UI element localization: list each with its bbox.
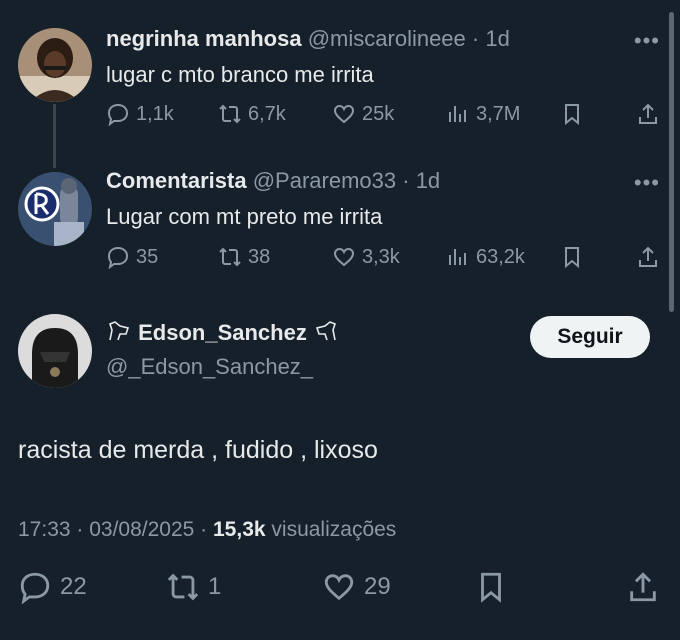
bookmark-button[interactable]: [560, 102, 584, 126]
like-button[interactable]: 3,3k: [332, 245, 400, 269]
reply-count: 35: [136, 245, 159, 268]
avatar[interactable]: [18, 172, 92, 246]
like-count: 25k: [362, 102, 395, 125]
share-button[interactable]: [636, 245, 660, 269]
views-icon: [449, 249, 466, 265]
tweet-meta: 17:33 · 03/08/2025 · 15,3k visualizações: [18, 518, 396, 542]
avatar[interactable]: [18, 314, 92, 388]
display-name[interactable]: negrinha manhosa: [106, 26, 302, 51]
retweet-count: 6,7k: [248, 102, 286, 125]
retweet-count: 38: [248, 245, 271, 268]
share-button[interactable]: [626, 570, 660, 604]
reply-count: 22: [60, 573, 87, 600]
views-button[interactable]: 63,2k: [446, 245, 525, 269]
views-count: 63,2k: [476, 245, 525, 268]
display-name[interactable]: Edson_Sanchez: [138, 320, 307, 345]
views-icon: [449, 106, 466, 122]
bookmark-icon: [565, 247, 579, 269]
share-icon: [630, 572, 656, 602]
reply-icon: [107, 246, 129, 269]
like-count: 3,3k: [362, 245, 400, 268]
bookmark-icon: [481, 572, 501, 603]
views-button[interactable]: 3,7M: [446, 102, 520, 126]
reply-button[interactable]: 22: [18, 570, 87, 604]
tweet-time[interactable]: · 1d: [402, 168, 440, 193]
retweet-icon: [167, 573, 199, 601]
tweet-text: racista de merda , fudido , lixoso: [18, 436, 378, 464]
share-button[interactable]: [636, 102, 660, 126]
reply-button[interactable]: 35: [106, 245, 158, 269]
retweet-button[interactable]: 1: [166, 570, 221, 604]
tweet-actions: 1,1k 6,7k 25k 3,7M: [106, 102, 666, 132]
tweet-text: Lugar com mt preto me irrita: [106, 204, 383, 229]
bookmark-icon: [565, 104, 579, 126]
more-icon[interactable]: •••: [634, 170, 660, 196]
like-button[interactable]: 25k: [332, 102, 394, 126]
retweet-button[interactable]: 6,7k: [218, 102, 286, 126]
tweet-header: Edson_Sanchez: [106, 318, 339, 350]
bookmark-button[interactable]: [560, 245, 584, 269]
retweet-count: 1: [208, 573, 222, 600]
display-name[interactable]: Comentarista: [106, 168, 247, 193]
bookmark-button[interactable]: [474, 570, 508, 604]
tweet-header: Comentarista @Pararemo33 · 1d: [106, 168, 440, 194]
retweet-icon: [219, 247, 241, 267]
heart-icon: [333, 247, 355, 267]
reply-icon: [107, 103, 129, 126]
retweet-icon: [219, 104, 241, 124]
timestamp[interactable]: 17:33 · 03/08/2025 ·: [18, 518, 207, 541]
tweet-actions: 35 38 3,3k 63,2k: [106, 245, 666, 275]
tweet-time[interactable]: · 1d: [472, 26, 510, 51]
user-handle-row: @_Edson_Sanchez_: [106, 354, 313, 380]
user-handle[interactable]: @Pararemo33: [253, 168, 396, 193]
share-icon: [639, 103, 657, 124]
user-handle[interactable]: @_Edson_Sanchez_: [106, 354, 313, 379]
follow-button[interactable]: Seguir: [530, 316, 650, 358]
views-count: 15,3k: [213, 518, 266, 541]
like-button[interactable]: 29: [322, 570, 391, 604]
reply-count: 1,1k: [136, 102, 174, 125]
tweet-actions: 22 1 29: [0, 570, 680, 614]
share-icon: [639, 246, 657, 267]
reply-button[interactable]: 1,1k: [106, 102, 174, 126]
horse-emoji-icon: [106, 318, 132, 350]
views-count: 3,7M: [476, 102, 521, 125]
heart-icon: [333, 104, 355, 124]
like-count: 29: [364, 573, 391, 600]
more-icon[interactable]: •••: [634, 28, 660, 54]
scrollbar[interactable]: [669, 12, 674, 312]
avatar[interactable]: [18, 28, 92, 102]
reply-icon: [20, 572, 50, 604]
tweet-text: lugar c mto branco me irrita: [106, 62, 374, 87]
heart-icon: [324, 574, 354, 601]
retweet-button[interactable]: 38: [218, 245, 270, 269]
thread-line: [53, 104, 56, 168]
views-label: visualizações: [271, 518, 397, 541]
user-handle[interactable]: @miscarolineee: [308, 26, 466, 51]
horse-emoji-icon: [313, 318, 339, 350]
tweet-header: negrinha manhosa @miscarolineee · 1d: [106, 26, 510, 52]
